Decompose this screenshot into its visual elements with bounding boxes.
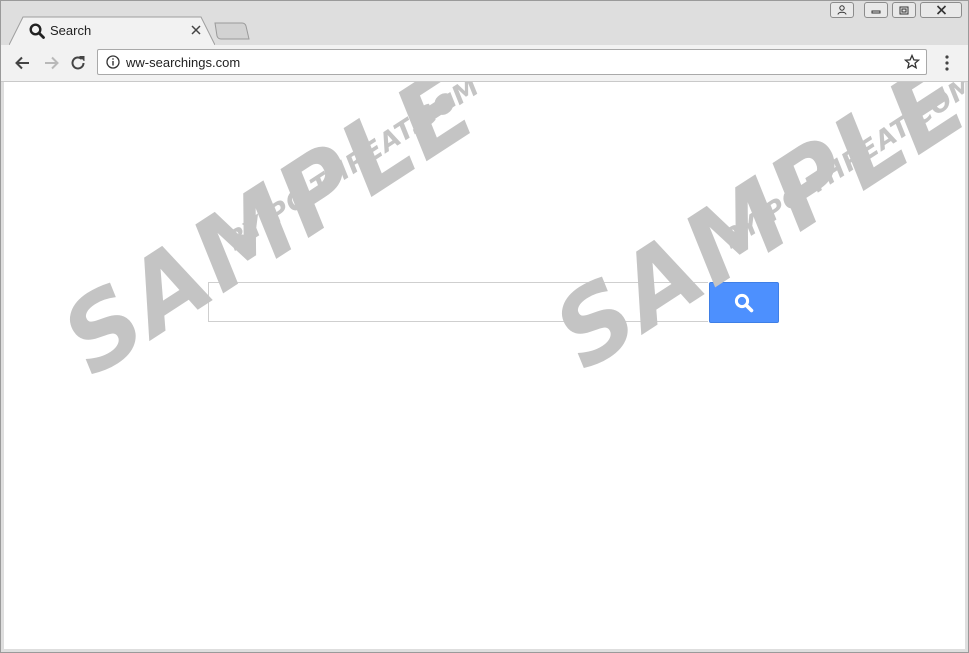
profile-button[interactable]	[830, 2, 854, 18]
address-bar[interactable]: ww-searchings.com	[97, 49, 927, 75]
browser-toolbar: ww-searchings.com	[1, 45, 968, 82]
new-tab-button[interactable]	[214, 22, 250, 40]
kebab-menu-icon[interactable]	[941, 54, 953, 72]
close-window-button[interactable]	[920, 2, 962, 18]
restore-button[interactable]	[892, 2, 916, 18]
restore-icon	[899, 6, 909, 14]
window-controls	[830, 2, 962, 18]
forward-arrow-icon[interactable]	[41, 53, 61, 73]
minimize-button[interactable]	[864, 2, 888, 18]
watermark-main-text: SAMPLE	[534, 82, 965, 393]
tab-close-icon[interactable]	[189, 23, 203, 37]
bookmark-star-icon[interactable]	[904, 54, 920, 70]
watermark-sub-text: BY PC THREAT.COM	[718, 82, 965, 256]
page-content: SAMPLE BY PC THREAT.COM SAMPLE BY PC THR…	[4, 82, 965, 649]
user-icon	[837, 5, 847, 15]
watermark-sub-text: BY PC THREAT.COM	[222, 82, 486, 258]
close-icon	[936, 5, 946, 15]
browser-window: Search ww-searchings.com SAMPLE BY PC TH…	[0, 0, 969, 653]
back-arrow-icon[interactable]	[13, 53, 33, 73]
search-icon	[29, 23, 45, 39]
minimize-icon	[871, 10, 881, 14]
watermark-main-text: SAMPLE	[42, 82, 497, 399]
search-input[interactable]	[208, 282, 708, 322]
tab-title: Search	[50, 23, 92, 38]
reload-icon[interactable]	[68, 53, 88, 73]
tab-search[interactable]: Search	[9, 16, 215, 45]
search-button[interactable]	[709, 282, 779, 323]
url-text[interactable]: ww-searchings.com	[126, 55, 240, 70]
search-icon	[734, 293, 754, 312]
tab-strip: Search	[9, 16, 409, 45]
info-icon[interactable]	[106, 55, 120, 69]
